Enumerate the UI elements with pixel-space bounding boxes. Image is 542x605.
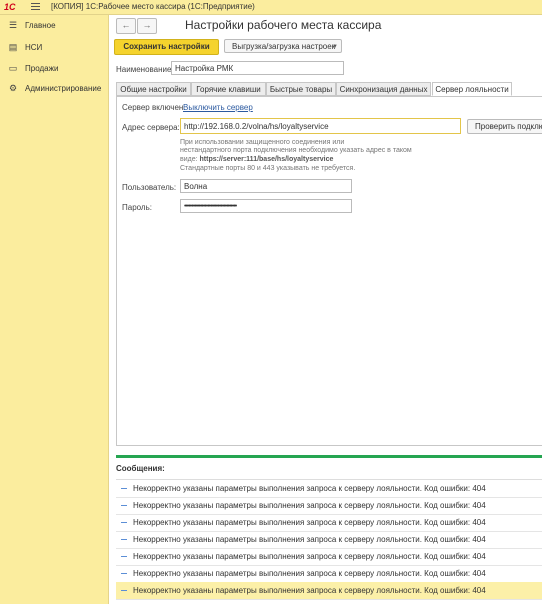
catalog-icon: ▤ bbox=[8, 42, 18, 52]
sales-icon: ▭ bbox=[8, 63, 18, 73]
sidebar-item-label: Администрирование bbox=[25, 84, 102, 93]
user-label: Пользователь: bbox=[122, 183, 177, 192]
message-item[interactable]: Некорректно указаны параметры выполнения… bbox=[116, 565, 542, 583]
forward-button[interactable]: → bbox=[137, 18, 157, 34]
save-settings-button[interactable]: Сохранить настройки bbox=[114, 39, 219, 55]
message-item[interactable]: Некорректно указаны параметры выполнения… bbox=[116, 514, 542, 532]
sidebar-item-nsi[interactable]: ▤ НСИ bbox=[0, 40, 108, 56]
message-item-selected[interactable]: Некорректно указаны параметры выполнения… bbox=[116, 582, 542, 600]
list-icon: ☰ bbox=[8, 20, 18, 30]
sidebar-item-label: Главное bbox=[25, 21, 56, 30]
name-field[interactable]: Настройка РМК bbox=[171, 61, 344, 75]
message-text: Некорректно указаны параметры выполнения… bbox=[133, 535, 486, 544]
user-field[interactable]: Волна bbox=[180, 179, 352, 193]
message-dash-icon bbox=[121, 522, 127, 523]
message-text: Некорректно указаны параметры выполнения… bbox=[133, 501, 486, 510]
messages-list: Некорректно указаны параметры выполнения… bbox=[116, 479, 542, 605]
hint-line: При использовании защищенного соединения… bbox=[180, 139, 345, 146]
disable-server-link[interactable]: Выключить сервер bbox=[183, 103, 253, 112]
export-import-label: Выгрузка/загрузка настроек bbox=[232, 42, 336, 51]
gear-icon: ⚙ bbox=[8, 83, 18, 93]
message-dash-icon bbox=[121, 556, 127, 557]
sidebar-item-label: Продажи bbox=[25, 64, 59, 73]
message-text: Некорректно указаны параметры выполнения… bbox=[133, 586, 486, 595]
window-title: [КОПИЯ] 1С:Рабочее место кассира (1С:Пре… bbox=[51, 2, 255, 11]
messages-divider bbox=[116, 455, 542, 458]
sidebar-item-main[interactable]: ☰ Главное bbox=[0, 18, 108, 34]
back-button[interactable]: ← bbox=[116, 18, 136, 34]
sidebar-item-label: НСИ bbox=[25, 43, 43, 52]
message-text: Некорректно указаны параметры выполнения… bbox=[133, 569, 486, 578]
sidebar: ☰ Главное ▤ НСИ ▭ Продажи ⚙ Администриро… bbox=[0, 15, 109, 604]
message-item[interactable]: Некорректно указаны параметры выполнения… bbox=[116, 480, 542, 498]
title-bar: 1С [КОПИЯ] 1С:Рабочее место кассира (1С:… bbox=[0, 0, 542, 15]
export-import-button[interactable]: Выгрузка/загрузка настроек ▼ bbox=[224, 39, 342, 53]
app-logo: 1С bbox=[4, 2, 16, 12]
message-text: Некорректно указаны параметры выполнения… bbox=[133, 484, 486, 493]
tab-hotkeys[interactable]: Горячие клавиши bbox=[191, 82, 266, 96]
message-dash-icon bbox=[121, 539, 127, 540]
message-dash-icon bbox=[121, 590, 127, 591]
hint-line: Стандартные порты 80 и 443 указывать не … bbox=[180, 165, 356, 172]
messages-title: Сообщения: bbox=[116, 464, 165, 473]
message-item[interactable]: Некорректно указаны параметры выполнения… bbox=[116, 497, 542, 515]
hint-line: нестандартного порта подключения необход… bbox=[180, 147, 412, 154]
message-item[interactable]: Некорректно указаны параметры выполнения… bbox=[116, 548, 542, 566]
message-item[interactable]: Некорректно указаны параметры выполнения… bbox=[116, 531, 542, 549]
message-text: Некорректно указаны параметры выполнения… bbox=[133, 518, 486, 527]
server-status-text: Сервер включен. bbox=[122, 103, 186, 112]
name-label: Наименование: bbox=[116, 65, 174, 74]
sidebar-item-admin[interactable]: ⚙ Администрирование bbox=[0, 81, 108, 97]
tab-general[interactable]: Общие настройки bbox=[116, 82, 191, 96]
server-address-label: Адрес сервера: bbox=[122, 123, 180, 132]
hint-prefix: виде: bbox=[180, 156, 200, 163]
check-connection-button[interactable]: Проверить подключение bbox=[467, 119, 542, 134]
hint-line: виде: https://server:111/base/hs/loyalty… bbox=[180, 156, 333, 163]
sidebar-item-sales[interactable]: ▭ Продажи bbox=[0, 61, 108, 77]
password-label: Пароль: bbox=[122, 203, 152, 212]
message-dash-icon bbox=[121, 505, 127, 506]
message-text: Некорректно указаны параметры выполнения… bbox=[133, 552, 486, 561]
dropdown-arrow-icon: ▼ bbox=[332, 44, 338, 50]
menu-icon[interactable] bbox=[31, 2, 40, 11]
server-address-field[interactable]: http://192.168.0.2/volna/hs/loyaltyservi… bbox=[180, 118, 461, 134]
message-dash-icon bbox=[121, 488, 127, 489]
message-dash-icon bbox=[121, 573, 127, 574]
hint-url-example: https://server:111/base/hs/loyaltyservic… bbox=[199, 156, 334, 163]
tab-loyalty-server[interactable]: Сервер лояльности bbox=[432, 82, 512, 96]
tab-quick-products[interactable]: Быстрые товары bbox=[266, 82, 336, 96]
page-title: Настройки рабочего места кассира bbox=[185, 18, 382, 32]
password-field[interactable]: •••••••••••••••••••••••••••••••••••• bbox=[180, 199, 352, 213]
tab-sync[interactable]: Синхронизация данных bbox=[336, 82, 431, 96]
